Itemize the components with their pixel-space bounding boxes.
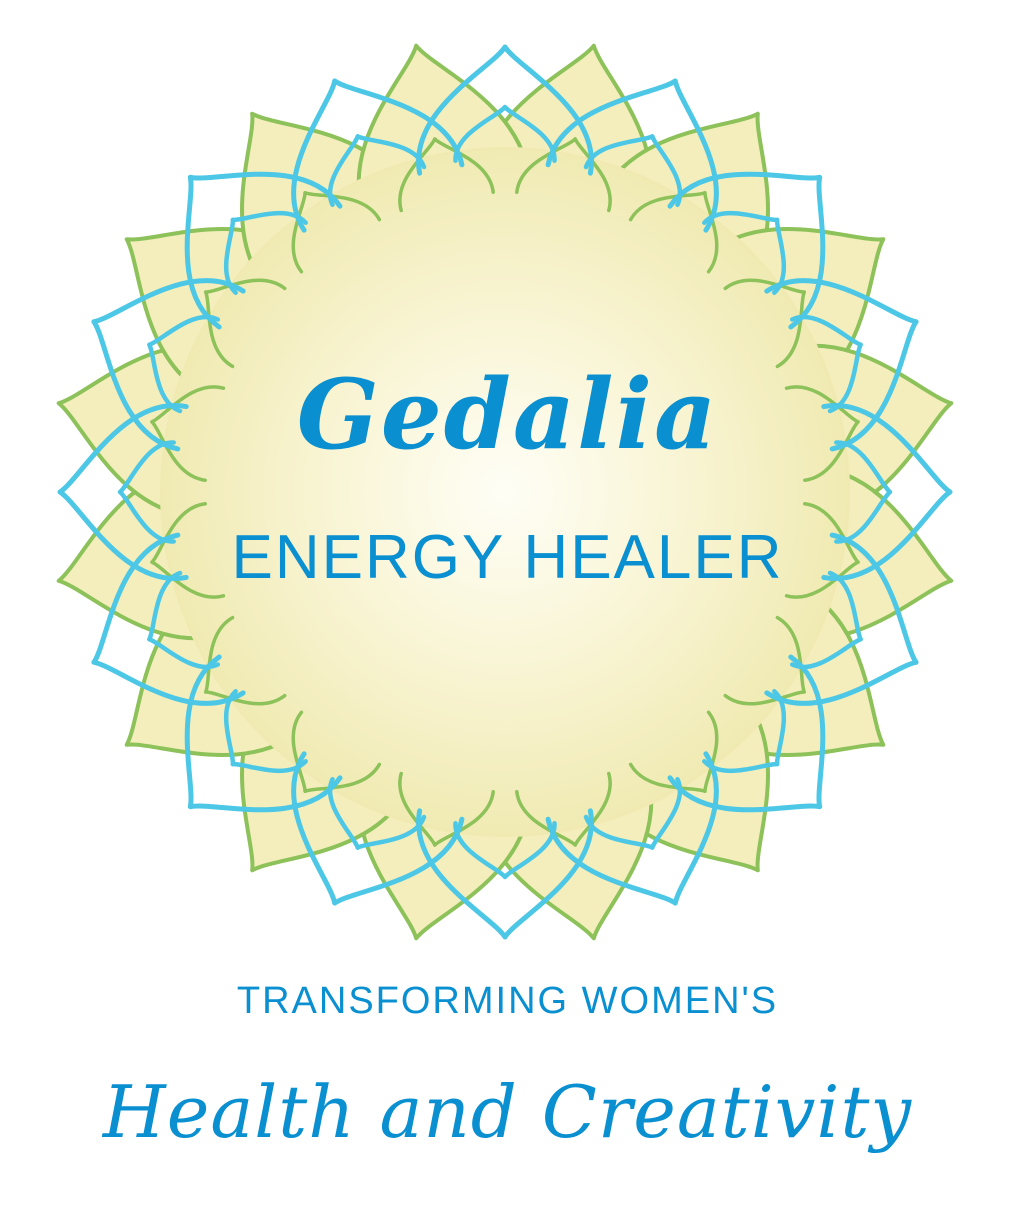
tagline-line-1: TRANSFORMING WOMEN'S — [236, 980, 779, 1022]
center-disc — [160, 147, 850, 837]
brand-name: Gedalia — [296, 358, 719, 471]
energy-healer-title: ENERGY HEALER — [231, 523, 784, 592]
tagline-line-2: Health and Creativity — [102, 1070, 913, 1154]
lotus-mandala-icon — [56, 43, 954, 941]
